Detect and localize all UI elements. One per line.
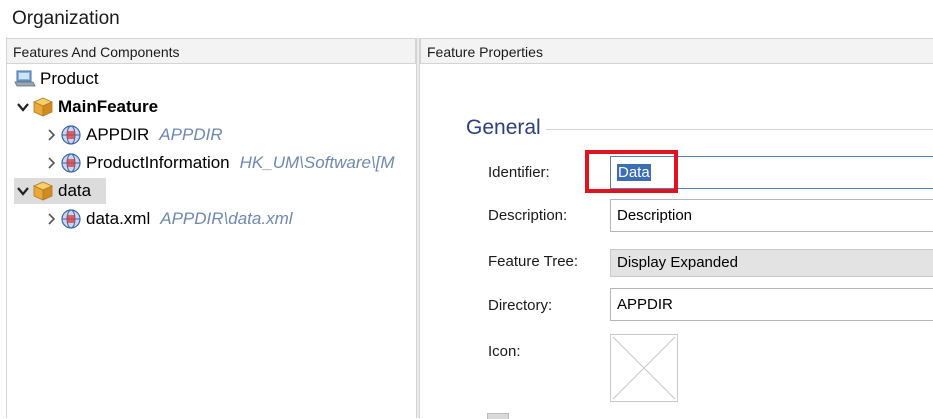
package-icon	[32, 180, 54, 202]
feature-tree-label: Feature Tree:	[488, 253, 579, 270]
tree-item-data[interactable]: data	[14, 178, 106, 204]
computer-icon	[14, 68, 36, 90]
tree-item-label: Product	[40, 69, 99, 88]
features-components-header: Features And Components	[7, 38, 416, 64]
tree-item-mainfeature[interactable]: MainFeature	[14, 94, 158, 120]
tree-item-product[interactable]: Product	[14, 66, 99, 92]
chevron-right-icon[interactable]	[42, 210, 60, 228]
tree-item-label: ProductInformation	[86, 153, 230, 172]
empty-image-icon	[612, 336, 676, 400]
tree-item-path: APPDIR	[159, 125, 223, 144]
section-title-general: General	[466, 116, 541, 139]
directory-label: Directory:	[488, 297, 553, 314]
description-input[interactable]: Description	[610, 199, 933, 232]
chevron-right-icon[interactable]	[42, 126, 60, 144]
chevron-right-icon[interactable]	[42, 154, 60, 172]
tree-item-productinformation[interactable]: ProductInformation HK_UM\Software\[M	[42, 150, 416, 176]
tree-item-data-xml[interactable]: data.xml APPDIR\data.xml	[42, 206, 293, 232]
organization-title: Organization	[12, 8, 120, 29]
feature-properties-header: Feature Properties	[420, 38, 933, 64]
package-icon	[32, 96, 54, 118]
chevron-down-icon[interactable]	[14, 98, 32, 116]
tree-item-label: MainFeature	[58, 97, 159, 116]
tree-item-label: APPDIR	[86, 125, 150, 144]
icon-label: Icon:	[488, 343, 521, 360]
section-divider	[546, 129, 933, 130]
globe-component-icon	[60, 124, 82, 146]
checkbox[interactable]	[487, 413, 509, 419]
icon-picker[interactable]	[610, 334, 678, 402]
tree-item-label: data.xml	[86, 209, 151, 228]
globe-component-icon	[60, 152, 82, 174]
left-border	[6, 37, 7, 418]
directory-input[interactable]: APPDIR	[610, 288, 933, 321]
globe-component-icon	[60, 208, 82, 230]
highlight-annotation	[585, 150, 678, 193]
tree-item-path: HK_UM\Software\[M	[239, 153, 395, 172]
tree-item-appdir[interactable]: APPDIR APPDIR	[42, 122, 223, 148]
chevron-down-icon[interactable]	[14, 182, 32, 200]
pane-splitter[interactable]	[416, 38, 420, 418]
feature-tree-select[interactable]: Display Expanded	[610, 249, 933, 277]
tree-item-path: APPDIR\data.xml	[160, 209, 293, 228]
tree-item-label: data	[58, 181, 92, 200]
identifier-label: Identifier:	[488, 164, 550, 181]
description-label: Description:	[488, 207, 568, 224]
